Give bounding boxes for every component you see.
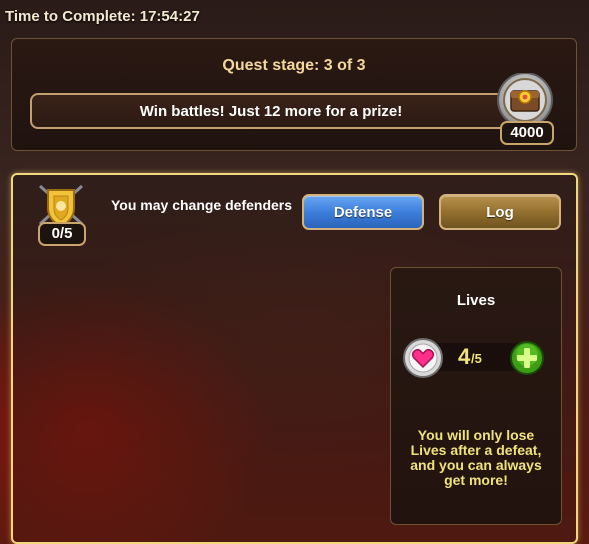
lives-max: /5 [471, 351, 482, 366]
lives-panel: Lives 4 /5 You will only lose Lives afte… [390, 267, 562, 525]
timer-label: Time to Complete: [5, 8, 136, 25]
defense-button[interactable]: Defense [302, 194, 424, 230]
timer-value: 17:54:27 [139, 8, 200, 25]
quest-panel: Quest stage: 3 of 3 Win battles! Just 12… [11, 38, 577, 151]
defenders-count: 0/5 [38, 222, 86, 246]
add-lives-button[interactable] [509, 340, 545, 376]
lives-current: 4 [458, 344, 471, 369]
time-to-complete: Time to Complete: 17:54:27 [5, 8, 200, 25]
heart-icon [403, 338, 443, 378]
lives-note: You will only lose Lives after a defeat,… [410, 427, 542, 488]
quest-task-bar: Win battles! Just 12 more for a prize! [30, 93, 512, 129]
quest-task-text: Win battles! Just 12 more for a prize! [139, 102, 403, 120]
change-defenders-text: You may change defenders [111, 197, 293, 213]
quest-prize[interactable]: 4000 [492, 73, 562, 147]
lives-title: Lives [456, 292, 496, 309]
log-button[interactable]: Log [439, 194, 561, 230]
prize-amount: 4000 [500, 121, 554, 145]
